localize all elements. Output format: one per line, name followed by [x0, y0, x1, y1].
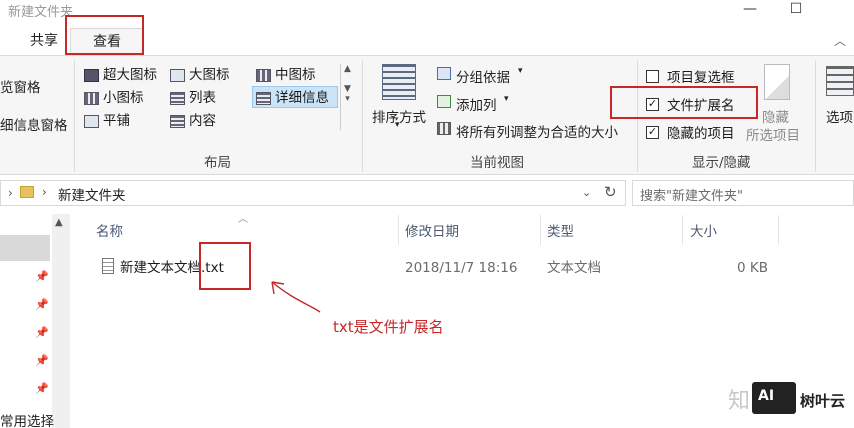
- group-by-dropdown-icon: ▾: [518, 66, 523, 76]
- layout-label: 列表: [189, 90, 216, 106]
- large-icons-icon: [170, 68, 185, 82]
- highlight-box-file-extensions: [610, 86, 758, 119]
- chevron-up-icon[interactable]: ︿: [834, 32, 850, 48]
- medium-icons-icon: [256, 68, 271, 82]
- layout-content[interactable]: 内容: [170, 110, 216, 132]
- item-checkboxes-toggle[interactable]: 项目复选框: [646, 66, 735, 86]
- column-divider[interactable]: [778, 215, 779, 245]
- nav-chevron-icon[interactable]: ›: [8, 186, 13, 200]
- sort-ascending-icon: ︿: [238, 214, 248, 225]
- details-pane-button[interactable]: 细信息窗格: [0, 114, 68, 134]
- hidden-items-toggle[interactable]: ✓ 隐藏的项目: [646, 122, 735, 142]
- group-by-button[interactable]: 分组依据: [456, 66, 510, 86]
- hide-selected-icon: [764, 64, 790, 100]
- breadcrumb-current[interactable]: 新建文件夹: [58, 184, 126, 204]
- list-icon: [170, 91, 185, 105]
- layout-small-icons[interactable]: 小图标: [84, 87, 144, 109]
- layout-group-label: 布局: [204, 155, 231, 171]
- watermark-brand: 树叶云: [800, 392, 846, 410]
- pin-icon[interactable]: 📌: [35, 354, 49, 368]
- refresh-icon[interactable]: ↻: [604, 183, 617, 201]
- file-type: 文本文档: [547, 260, 601, 276]
- minimize-button[interactable]: —: [730, 0, 770, 18]
- details-icon: [256, 91, 271, 105]
- preview-pane-button[interactable]: 览窗格: [0, 76, 41, 96]
- layout-gallery-scroll[interactable]: ▲ ▼ ▾: [340, 64, 354, 130]
- group-divider: [362, 60, 363, 172]
- column-divider[interactable]: [540, 215, 541, 245]
- breadcrumb-chevron-icon[interactable]: ›: [42, 185, 47, 199]
- pin-icon[interactable]: 📌: [35, 382, 49, 396]
- watermark-logo: AI: [752, 382, 796, 414]
- layout-label: 中图标: [275, 67, 316, 83]
- add-column-button[interactable]: 添加列: [456, 94, 497, 114]
- layout-label: 大图标: [189, 67, 230, 83]
- layout-large-icons[interactable]: 大图标: [170, 64, 230, 86]
- options-button[interactable]: 选项: [826, 106, 853, 126]
- address-dropdown-icon[interactable]: ⌄: [582, 186, 591, 199]
- hidden-items-label: 隐藏的项目: [667, 126, 735, 142]
- layout-tiles[interactable]: 平铺: [84, 110, 130, 132]
- group-divider: [74, 60, 75, 172]
- tab-share[interactable]: 共享: [22, 28, 66, 54]
- nav-selected-item[interactable]: [0, 235, 50, 261]
- nav-scrollbar[interactable]: [52, 214, 70, 428]
- layout-label: 超大图标: [103, 67, 157, 83]
- layout-extra-large-icons[interactable]: 超大图标: [84, 64, 157, 86]
- nav-item-quick-access[interactable]: 常用选择: [0, 410, 54, 428]
- layout-label: 内容: [189, 113, 216, 129]
- extra-large-icons-icon: [84, 68, 99, 82]
- pin-icon[interactable]: 📌: [35, 298, 49, 312]
- sort-by-dropdown-icon: ▾: [395, 120, 400, 130]
- annotation-text: txt是文件扩展名: [333, 318, 444, 336]
- layout-list[interactable]: 列表: [170, 87, 216, 109]
- column-header-type[interactable]: 类型: [547, 222, 574, 242]
- layout-label: 详细信息: [275, 90, 329, 106]
- column-header-name[interactable]: 名称: [96, 222, 123, 242]
- hidden-items-checkbox[interactable]: ✓: [646, 125, 659, 139]
- watermark-text: 知: [728, 389, 751, 414]
- small-icons-icon: [84, 91, 99, 105]
- fit-columns-icon: [437, 122, 451, 135]
- folder-icon: [20, 186, 34, 198]
- pin-icon[interactable]: 📌: [35, 326, 49, 340]
- column-header-modified[interactable]: 修改日期: [405, 222, 459, 242]
- content-icon: [170, 114, 185, 128]
- maximize-button[interactable]: ☐: [776, 0, 816, 18]
- options-icon: [826, 66, 854, 96]
- scroll-up-icon[interactable]: ▲: [55, 217, 63, 228]
- add-column-dropdown-icon: ▾: [504, 94, 509, 104]
- hide-selected-button[interactable]: 隐藏: [762, 106, 789, 126]
- file-modified: 2018/11/7 18:16: [405, 260, 518, 276]
- highlight-box-extension: [199, 242, 251, 290]
- window-title: 新建文件夹: [8, 5, 74, 20]
- sort-by-icon: [382, 64, 416, 100]
- layout-medium-icons[interactable]: 中图标: [256, 64, 316, 86]
- layout-label: 平铺: [103, 113, 130, 129]
- layout-label: 小图标: [103, 90, 144, 106]
- item-checkboxes-label: 项目复选框: [667, 70, 735, 86]
- column-divider[interactable]: [682, 215, 683, 245]
- hide-selected-label: 所选项目: [746, 128, 800, 144]
- group-by-icon: [437, 67, 451, 80]
- item-checkboxes-checkbox[interactable]: [646, 69, 659, 83]
- layout-details[interactable]: 详细信息: [256, 87, 329, 109]
- group-divider: [815, 60, 816, 172]
- text-file-icon: [102, 258, 114, 274]
- highlight-box-view-tab: [65, 15, 144, 55]
- column-header-size[interactable]: 大小: [690, 222, 717, 242]
- file-size: 0 KB: [737, 260, 768, 276]
- add-column-icon: [437, 95, 451, 108]
- tiles-icon: [84, 114, 99, 128]
- column-divider[interactable]: [398, 215, 399, 245]
- current-view-group-label: 当前视图: [470, 155, 524, 171]
- annotation-arrow: [271, 281, 321, 313]
- fit-columns-button[interactable]: 将所有列调整为合适的大小: [456, 121, 618, 141]
- pin-icon[interactable]: 📌: [35, 270, 49, 284]
- search-input[interactable]: 搜索"新建文件夹": [640, 185, 743, 204]
- show-hide-group-label: 显示/隐藏: [692, 155, 751, 171]
